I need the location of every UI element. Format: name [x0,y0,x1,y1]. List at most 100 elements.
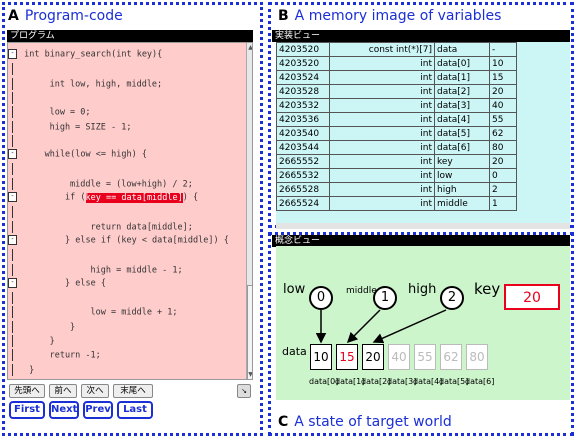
block-guide [12,335,24,347]
jump-prev-button[interactable]: 前へ [49,384,77,398]
memory-row: 4203532 int data[3] 40 [276,98,517,113]
code-text: int binary_search(int key){ [19,49,163,60]
code-text: low = 0; [24,107,91,118]
memory-row: 4203524 int data[1] 15 [276,70,517,85]
type-cell: int [329,56,435,71]
panel-c-letter: C [278,414,289,430]
code-editor[interactable]: - int binary_search(int key){ int low, h… [7,42,253,380]
code-line [8,292,24,305]
memory-scrollbar[interactable] [276,223,570,229]
memory-row: 4203544 int data[6] 80 [276,140,517,155]
type-cell: int [329,196,435,211]
address-cell: 2665524 [276,196,330,211]
value-cell: - [489,42,517,57]
code-text: } else { [19,278,106,289]
block-guide [12,77,24,90]
block-guide [12,220,24,233]
code-line: - if (key == data[middle]) { [8,192,198,204]
scroll-up-icon[interactable]: ▲ [247,44,252,52]
value-cell: 20 [489,84,517,99]
jump-first-button[interactable]: 先頭へ [9,384,45,398]
memory-row: 2665528 int high 2 [276,182,517,197]
value-cell: 80 [489,140,517,155]
high-value: 2 [440,286,464,310]
block-guide [12,63,24,76]
code-text: } [24,336,55,347]
code-line: return data[middle]; [8,220,193,233]
name-cell: data[3] [434,98,490,113]
type-cell: int [329,140,435,155]
name-cell: key [434,154,490,169]
memory-row: 2665532 int low 0 [276,168,517,183]
type-cell: int [329,84,435,99]
code-scrollbar[interactable]: ▲ ▼ [246,43,252,379]
fold-toggle-icon[interactable]: - [8,49,17,59]
address-cell: 4203544 [276,140,330,155]
middle-arrow [346,309,381,344]
address-cell: 2665532 [276,168,330,183]
panel-b-letter: B [278,8,289,24]
program-view-header: プログラム [7,30,253,42]
code-line: high = middle - 1; [8,263,183,276]
panel-b-text: A memory image of variables [294,8,502,24]
type-cell: int [329,70,435,85]
block-guide [12,134,24,147]
array-index-label: data[3] [387,377,417,386]
scroll-thumb[interactable] [247,285,252,379]
panel-a-letter: A [8,8,19,24]
name-cell: data[5] [434,126,490,141]
fold-toggle-icon[interactable]: - [8,277,17,288]
code-text: middle = (low+high) / 2; [24,179,193,190]
type-cell: int [329,98,435,113]
fold-toggle-icon[interactable]: - [8,149,17,160]
middle-value: 1 [373,286,397,310]
concept-view: low 0 middle 1 high 2 key 20 data 10 data… [276,246,570,400]
code-text: ) { [182,192,199,203]
code-line [8,206,24,219]
code-line: middle = (low+high) / 2; [8,177,193,190]
jump-next-button[interactable]: 次へ [81,384,109,398]
code-text: high = middle - 1; [24,265,183,275]
code-text: } else if (key < data[middle]) { [19,235,229,246]
fold-toggle-icon[interactable]: - [8,192,17,202]
code-line: - } else if (key < data[middle]) { [8,234,229,247]
address-cell: 2665552 [276,154,330,169]
next-button[interactable]: Next [49,401,79,419]
code-text: return data[middle]; [24,222,193,233]
jump-last-button[interactable]: 末尾へ [113,384,153,398]
name-cell: data [434,42,490,57]
block-guide [12,349,24,362]
scroll-down-icon[interactable]: ▼ [247,371,252,379]
resize-grip-icon[interactable]: ↘ [237,384,251,398]
type-cell: int [329,112,435,127]
code-text: while(low <= high) { [19,149,147,160]
name-cell: low [434,168,490,183]
block-guide [12,177,24,190]
array-cell: 55 [414,344,436,370]
first-button[interactable]: First [9,401,45,419]
code-line: low = 0; [8,106,91,119]
array-index-label: data[6] [465,377,495,386]
code-line: - while(low <= high) { [8,149,147,161]
fold-toggle-icon[interactable]: - [8,234,17,245]
last-button[interactable]: Last [117,401,153,419]
type-cell: int [329,182,435,197]
prev-button[interactable]: Prev [83,401,113,419]
memory-view: 4203520 const int(*)[7] data -4203520 int dat… [276,42,570,223]
value-cell: 62 [489,126,517,141]
code-line: high = SIZE - 1; [8,120,131,133]
address-cell: 2665528 [276,182,330,197]
address-cell: 4203528 [276,84,330,99]
name-cell: data[6] [434,140,490,155]
address-cell: 4203540 [276,126,330,141]
block-guide [12,163,24,176]
value-cell: 2 [489,182,517,197]
name-cell: data[0] [434,56,490,71]
block-guide [12,91,24,104]
name-cell: data[1] [434,70,490,85]
array-cell: 40 [388,344,410,370]
code-text: return -1; [24,350,101,361]
value-cell: 10 [489,56,517,71]
code-line: return -1; [8,349,101,362]
memory-row: 4203520 int data[0] 10 [276,56,517,71]
